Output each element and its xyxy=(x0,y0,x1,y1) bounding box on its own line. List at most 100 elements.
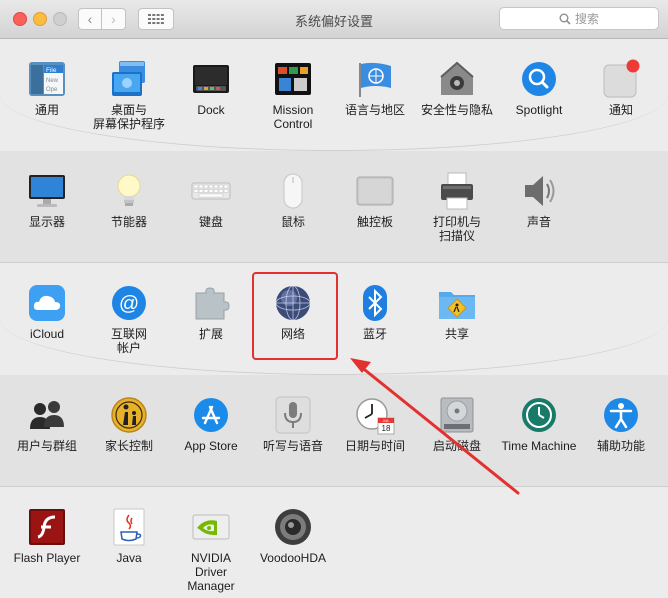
pane-label: 家长控制 xyxy=(104,439,153,453)
pane-flash-player[interactable]: Flash Player xyxy=(6,507,88,565)
pane-security-privacy[interactable]: 安全性与隐私 xyxy=(416,59,498,117)
pane-extensions[interactable]: 扩展 xyxy=(170,283,252,341)
grid-icon xyxy=(148,14,164,24)
pane-label: 打印机与 扫描仪 xyxy=(432,215,481,243)
pane-mission-control[interactable]: Mission Control xyxy=(252,59,334,131)
search-icon xyxy=(559,13,571,25)
security-privacy-icon xyxy=(440,61,474,95)
pane-label: Java xyxy=(116,551,142,565)
pane-desktop-screensaver[interactable]: 桌面与 屏幕保护程序 xyxy=(88,59,170,131)
pane-displays[interactable]: 显示器 xyxy=(6,171,88,229)
nvidia-driver-manager-icon xyxy=(192,514,230,540)
pane-app-store[interactable]: App Store xyxy=(170,395,252,453)
notifications-icon xyxy=(603,59,640,98)
general-icon-text-open: Ope xyxy=(46,87,58,93)
pane-language-region[interactable]: 语言与地区 xyxy=(334,59,416,117)
pane-parental-controls[interactable]: 家长控制 xyxy=(88,395,170,453)
general-icon: File New Ope xyxy=(29,62,65,96)
mouse-icon xyxy=(283,173,303,209)
keyboard-icon xyxy=(191,182,231,200)
search-placeholder: 搜索 xyxy=(574,12,599,26)
pane-label: 鼠标 xyxy=(280,215,305,229)
app-store-icon xyxy=(194,398,228,432)
displays-icon xyxy=(29,175,65,207)
pane-label: Flash Player xyxy=(13,551,81,565)
date-time-icon: JUL 18 xyxy=(356,398,395,435)
pane-voodoohda[interactable]: VoodooHDA xyxy=(252,507,334,565)
dictation-speech-icon xyxy=(275,396,311,434)
accessibility-icon xyxy=(604,398,638,432)
pane-general[interactable]: File New Ope 通用 xyxy=(6,59,88,117)
pane-users-groups[interactable]: 用户与群组 xyxy=(6,395,88,453)
mission-control-icon xyxy=(275,63,311,95)
users-groups-icon xyxy=(30,401,64,429)
pane-bluetooth[interactable]: 蓝牙 xyxy=(334,283,416,341)
extensions-icon xyxy=(195,287,230,320)
pane-trackpad[interactable]: 触控板 xyxy=(334,171,416,229)
pane-dock[interactable]: Dock xyxy=(170,59,252,117)
system-preferences-window: ‹ › 系统偏好设置 搜索 File New Ope 通用 桌面与 屏幕保护程序… xyxy=(0,0,668,598)
pane-label: 辅助功能 xyxy=(596,439,645,453)
sound-icon xyxy=(525,176,555,206)
pane-label: 启动磁盘 xyxy=(432,439,481,453)
flash-player-icon xyxy=(29,509,65,545)
pane-label: Time Machine xyxy=(501,439,577,453)
desktop-screensaver-icon xyxy=(112,61,145,96)
pane-label: 触控板 xyxy=(356,215,393,229)
language-region-icon xyxy=(359,62,391,97)
dock-icon xyxy=(193,65,229,93)
pane-label: 听写与语音 xyxy=(262,439,323,453)
search-field[interactable]: 搜索 xyxy=(499,7,659,30)
nav-buttons: ‹ › xyxy=(78,8,128,30)
close-button[interactable] xyxy=(13,12,27,26)
forward-button[interactable]: › xyxy=(102,8,126,30)
spotlight-icon xyxy=(522,62,556,96)
minimize-button[interactable] xyxy=(33,12,47,26)
section-system: 用户与群组 家长控制 App Store 听写与语音 JUL 18 日期与时间 … xyxy=(0,375,668,487)
pane-sound[interactable]: 声音 xyxy=(498,171,580,229)
pane-label: 共享 xyxy=(444,327,469,341)
pane-label: Mission Control xyxy=(272,103,314,131)
section-personal: File New Ope 通用 桌面与 屏幕保护程序 Dock Mission … xyxy=(0,39,668,151)
back-button[interactable]: ‹ xyxy=(78,8,102,30)
pane-spotlight[interactable]: Spotlight xyxy=(498,59,580,117)
chevron-left-icon: ‹ xyxy=(87,11,93,27)
pane-label: App Store xyxy=(184,439,238,453)
icloud-icon xyxy=(29,285,65,321)
pane-label: Spotlight xyxy=(515,103,563,117)
pane-label: 节能器 xyxy=(110,215,147,229)
startup-disk-icon xyxy=(440,397,474,433)
pane-internet-accounts[interactable]: @ 互联网 帐户 xyxy=(88,283,170,355)
pane-label: 桌面与 屏幕保护程序 xyxy=(92,103,165,131)
time-machine-icon xyxy=(522,398,556,432)
parental-controls-icon xyxy=(111,397,147,433)
pane-mouse[interactable]: 鼠标 xyxy=(252,171,334,229)
pane-label: 互联网 帐户 xyxy=(110,327,147,355)
pane-notifications[interactable]: 通知 xyxy=(580,59,662,117)
pane-startup-disk[interactable]: 启动磁盘 xyxy=(416,395,498,453)
pane-printers-scanners[interactable]: 打印机与 扫描仪 xyxy=(416,171,498,243)
pane-label: 通用 xyxy=(34,103,59,117)
printers-scanners-icon xyxy=(441,172,473,210)
pane-icloud[interactable]: iCloud xyxy=(6,283,88,341)
section-hardware: 显示器 节能器 键盘 鼠标 触控板 打印机与 扫描仪 声音 xyxy=(0,151,668,263)
pane-dictation-speech[interactable]: 听写与语音 xyxy=(252,395,334,453)
pane-java[interactable]: Java xyxy=(88,507,170,565)
pane-date-time[interactable]: JUL 18 日期与时间 xyxy=(334,395,416,453)
zoom-button[interactable] xyxy=(53,12,67,26)
pane-energy-saver[interactable]: 节能器 xyxy=(88,171,170,229)
sharing-icon xyxy=(439,292,475,319)
pane-accessibility[interactable]: 辅助功能 xyxy=(580,395,662,453)
pane-label: Dock xyxy=(197,103,225,117)
pane-label: 用户与群组 xyxy=(16,439,77,453)
pane-keyboard[interactable]: 键盘 xyxy=(170,171,252,229)
pane-sharing[interactable]: 共享 xyxy=(416,283,498,341)
pane-nvidia-driver-manager[interactable]: NVIDIA Driver Manager xyxy=(170,507,252,593)
pane-label: 蓝牙 xyxy=(362,327,387,341)
show-all-button[interactable] xyxy=(138,8,174,30)
pane-label: 通知 xyxy=(608,103,633,117)
pane-time-machine[interactable]: Time Machine xyxy=(498,395,580,453)
bluetooth-icon xyxy=(363,285,387,321)
pane-label: 扩展 xyxy=(198,327,223,341)
general-icon-text-file: File xyxy=(46,67,57,74)
